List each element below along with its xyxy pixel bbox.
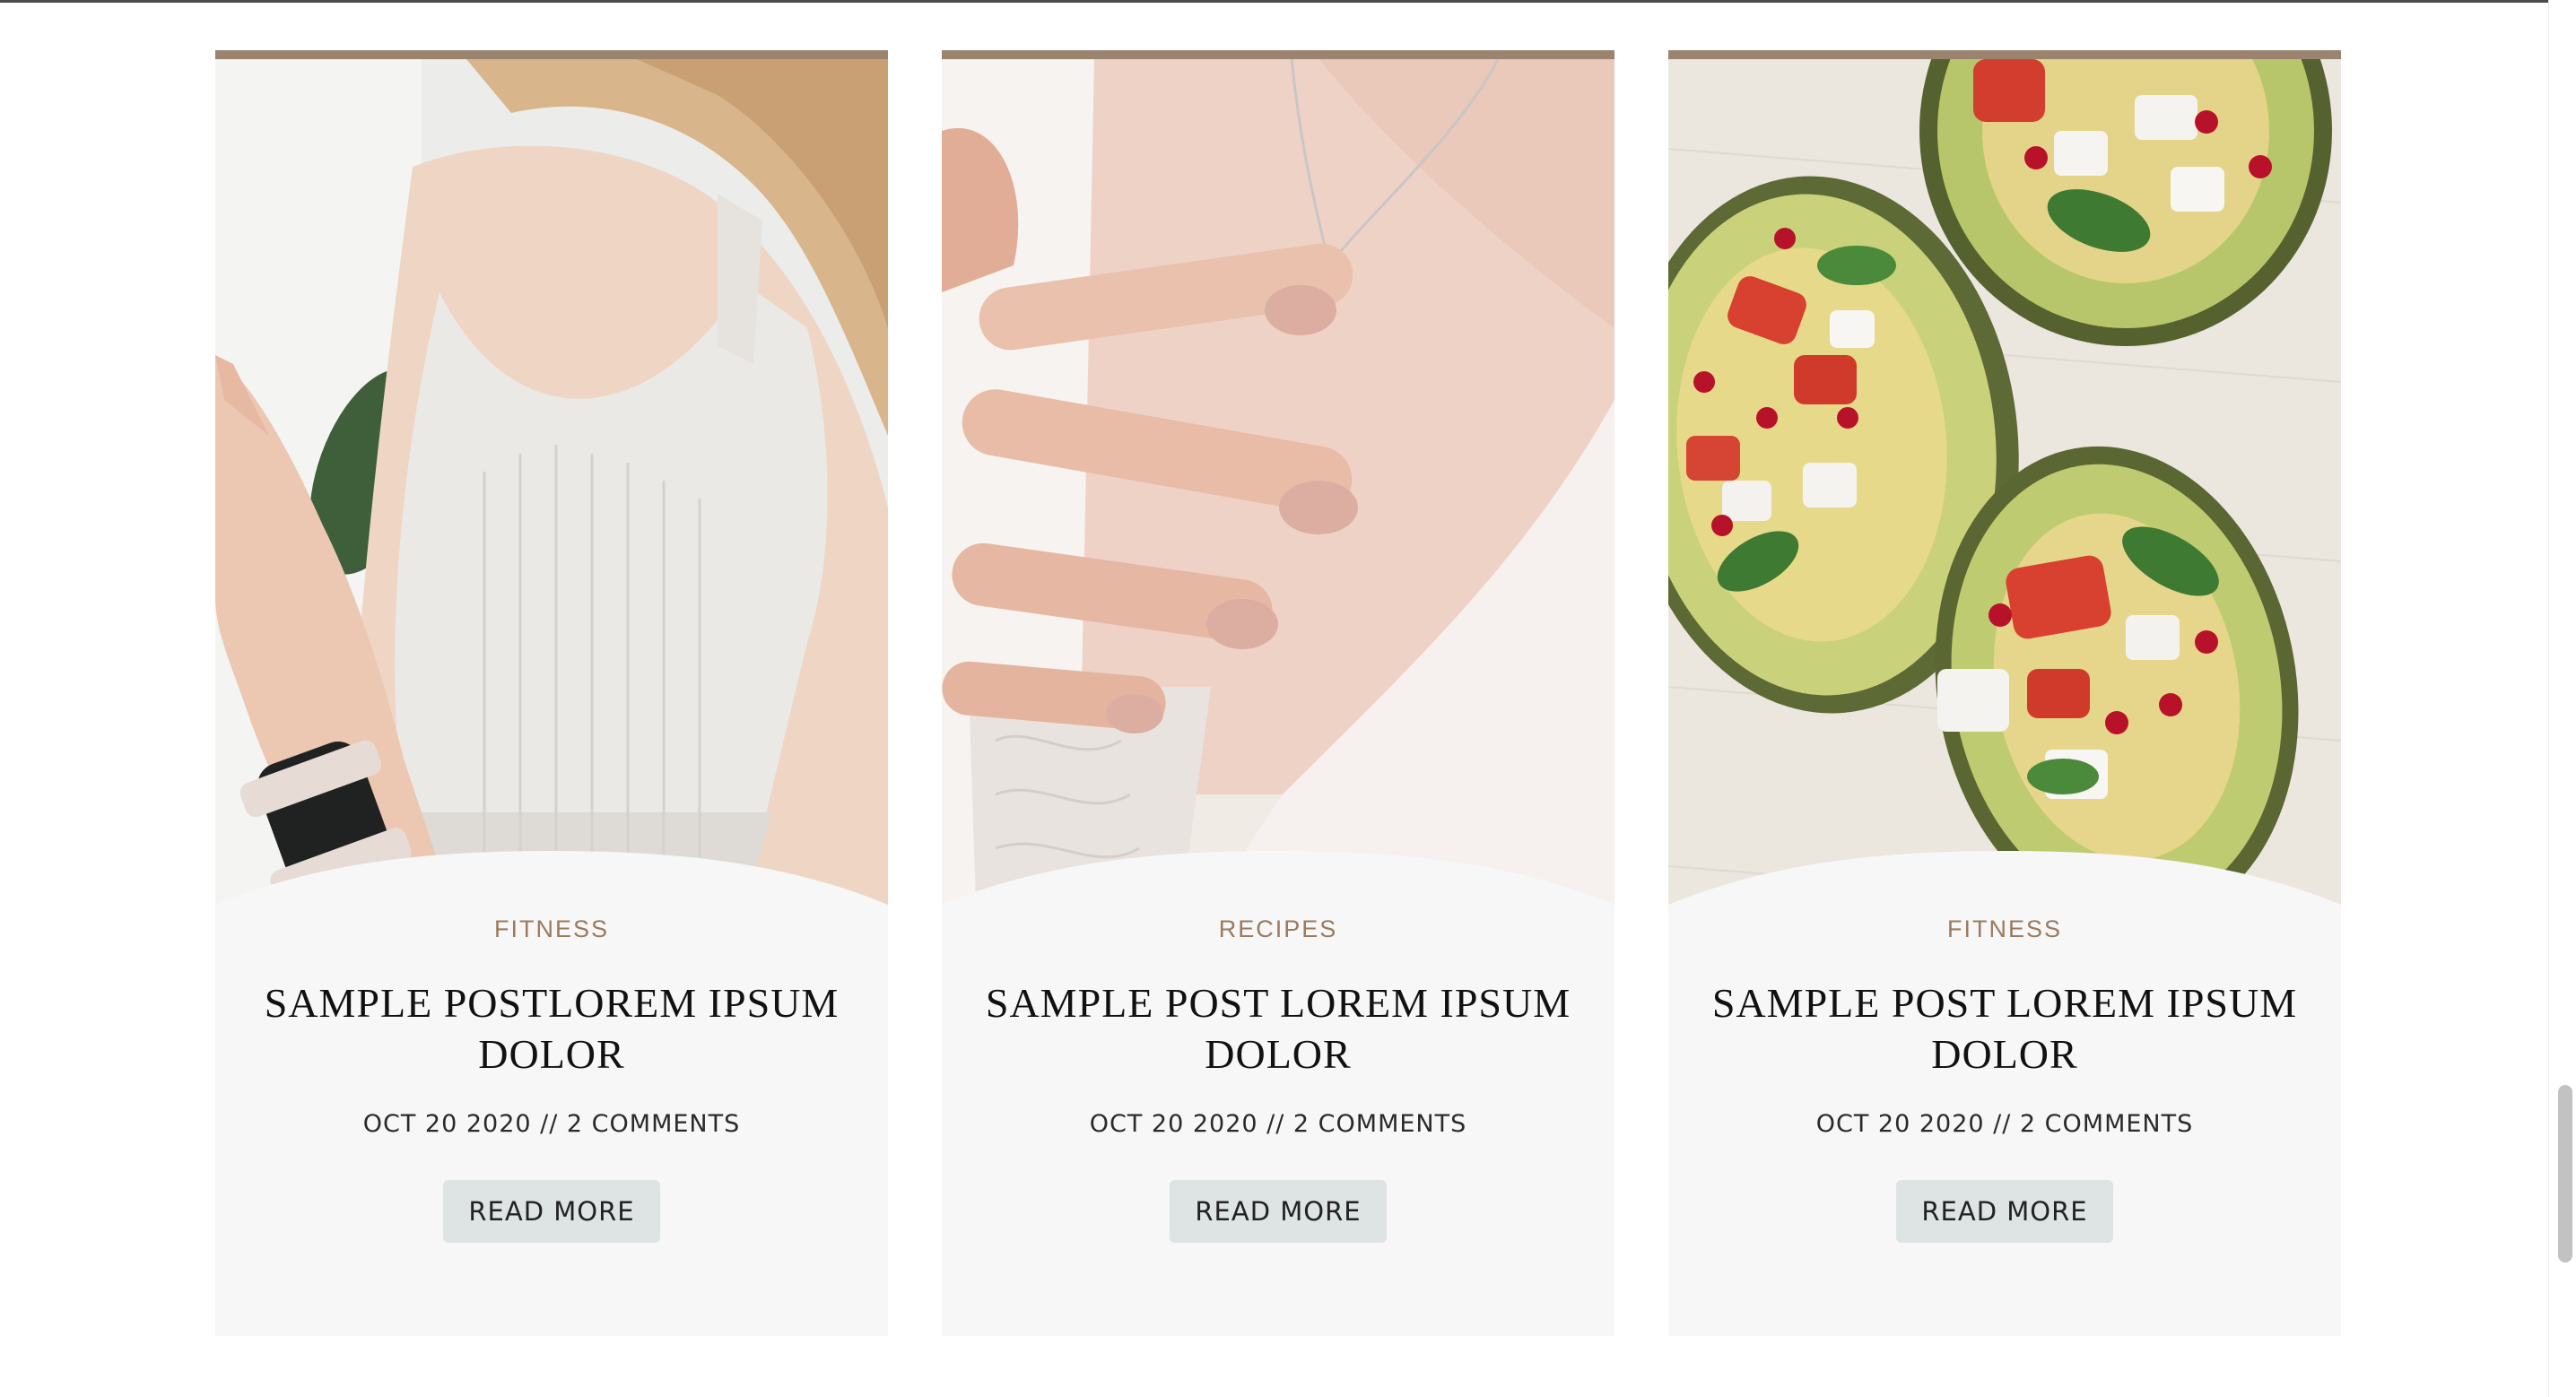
top-border [0, 0, 2576, 3]
post-meta: OCT 20 2020 // 2 COMMENTS [1815, 1110, 2194, 1138]
read-more-button[interactable]: READ MORE [443, 1180, 660, 1243]
post-category[interactable]: FITNESS [1668, 911, 2341, 947]
post-title[interactable]: SAMPLE POST LOREM IPSUM DOLOR [969, 977, 1588, 1080]
read-more-button[interactable]: READ MORE [1896, 1180, 2113, 1243]
post-title[interactable]: SAMPLE POSTLOREM IPSUM DOLOR [242, 977, 861, 1080]
post-card-1[interactable]: FITNESS SAMPLE POSTLOREM IPSUM DOLOR OCT… [215, 50, 888, 1336]
card-content: RECIPES SAMPLE POST LOREM IPSUM DOLOR OC… [942, 911, 1614, 1243]
post-thumbnail-recipes-photo[interactable] [942, 59, 1614, 956]
scrollbar-track[interactable] [2548, 0, 2576, 1397]
post-meta: OCT 20 2020 // 2 COMMENTS [1089, 1110, 1467, 1138]
post-category[interactable]: FITNESS [215, 911, 888, 947]
post-card-2[interactable]: RECIPES SAMPLE POST LOREM IPSUM DOLOR OC… [942, 50, 1614, 1336]
post-meta: OCT 20 2020 // 2 COMMENTS [362, 1110, 741, 1138]
post-thumbnail-fitness-photo[interactable] [215, 59, 888, 956]
card-accent-bar [942, 50, 1614, 59]
post-thumbnail-avocado-photo[interactable] [1668, 59, 2341, 956]
card-accent-bar [215, 50, 888, 59]
post-title[interactable]: SAMPLE POST LOREM IPSUM DOLOR [1695, 977, 2314, 1080]
scrollbar-thumb[interactable] [2558, 1085, 2572, 1263]
post-category[interactable]: RECIPES [942, 911, 1614, 947]
post-card-3[interactable]: FITNESS SAMPLE POST LOREM IPSUM DOLOR OC… [1668, 50, 2341, 1336]
card-content: FITNESS SAMPLE POSTLOREM IPSUM DOLOR OCT… [215, 911, 888, 1243]
card-accent-bar [1668, 50, 2341, 59]
card-content: FITNESS SAMPLE POST LOREM IPSUM DOLOR OC… [1668, 911, 2341, 1243]
blog-posts-page: FITNESS SAMPLE POSTLOREM IPSUM DOLOR OCT… [0, 0, 2576, 1397]
read-more-button[interactable]: READ MORE [1170, 1180, 1387, 1243]
